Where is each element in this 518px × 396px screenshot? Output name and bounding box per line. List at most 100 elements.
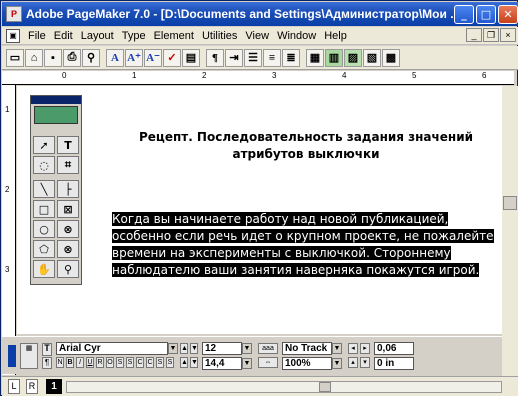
kern-left-icon[interactable]: ◂: [348, 343, 358, 354]
constrained-line-tool-icon[interactable]: ├: [57, 180, 79, 198]
size-down-icon[interactable]: ▼: [190, 343, 198, 354]
menu-file[interactable]: File: [24, 30, 50, 42]
size-up-icon[interactable]: ▲: [180, 343, 188, 354]
ellipse-tool-icon[interactable]: ○: [33, 220, 55, 238]
font-icon[interactable]: A: [106, 48, 124, 67]
style-underline[interactable]: U: [86, 357, 94, 368]
font-field[interactable]: Arial Cyr: [56, 342, 168, 355]
text-tool-icon[interactable]: T: [57, 136, 79, 154]
layers-icon[interactable]: ▨: [344, 48, 362, 67]
menu-type[interactable]: Type: [118, 30, 150, 42]
style-strikethrough[interactable]: S: [126, 357, 134, 368]
menu-window[interactable]: Window: [273, 30, 320, 42]
font-dropdown-icon[interactable]: ▼: [168, 343, 178, 354]
line-tool-icon[interactable]: ╲: [33, 180, 55, 198]
style-normal[interactable]: N: [56, 357, 64, 368]
paragraph-icon[interactable]: ¶: [206, 48, 224, 67]
pointer-tool-icon[interactable]: ➚: [33, 136, 55, 154]
polygon-tool-icon[interactable]: ⬠: [33, 240, 55, 258]
ellipse-frame-tool-icon[interactable]: ⊗: [57, 220, 79, 238]
polygon-frame-tool-icon[interactable]: ⊗: [57, 240, 79, 258]
document-menu-icon[interactable]: ▣: [6, 28, 20, 43]
baseline-down-icon[interactable]: ▾: [360, 357, 370, 368]
new-icon[interactable]: ▭: [6, 48, 24, 67]
style-italic[interactable]: I: [76, 357, 84, 368]
kerning-field[interactable]: 0,06: [374, 342, 414, 355]
rectangle-frame-tool-icon[interactable]: ⊠: [57, 200, 79, 218]
find-icon[interactable]: ⚲: [82, 48, 100, 67]
doc-close-button[interactable]: ×: [500, 28, 516, 42]
control-palette-handle[interactable]: [8, 345, 16, 367]
kern-right-icon[interactable]: ▸: [360, 343, 370, 354]
font-smaller-icon[interactable]: A⁻: [144, 48, 162, 67]
close-button[interactable]: ✕: [498, 5, 518, 24]
view-icon[interactable]: ▧: [363, 48, 381, 67]
left-master-page[interactable]: L: [8, 379, 20, 394]
leading-up-icon[interactable]: ▲: [180, 357, 188, 368]
style-caps[interactable]: C: [136, 357, 144, 368]
width-field[interactable]: 100%: [282, 357, 332, 370]
horizontal-ruler[interactable]: 0 1 2 3 4 5 6: [2, 71, 514, 85]
save-icon[interactable]: ▪: [44, 48, 62, 67]
doc-restore-button[interactable]: ❐: [483, 28, 499, 42]
zoom-tool-icon[interactable]: ⚲: [57, 260, 79, 278]
rectangle-tool-icon[interactable]: □: [33, 200, 55, 218]
toolbox-title[interactable]: [31, 96, 81, 104]
print-preview-icon[interactable]: ▩: [382, 48, 400, 67]
style-reverse[interactable]: R: [96, 357, 104, 368]
leading-down-icon[interactable]: ▼: [190, 357, 198, 368]
numbered-list-icon[interactable]: ≡: [263, 48, 281, 67]
doc-minimize-button[interactable]: _: [466, 28, 482, 42]
font-size-field[interactable]: 12: [202, 342, 242, 355]
apply-button[interactable]: ▦: [20, 343, 38, 369]
style-shadow[interactable]: S: [116, 357, 124, 368]
vertical-ruler[interactable]: 1 2 3 4: [2, 85, 16, 375]
style-outline[interactable]: O: [106, 357, 114, 368]
menu-view[interactable]: View: [241, 30, 273, 42]
menu-edit[interactable]: Edit: [50, 30, 77, 42]
style-bold[interactable]: B: [66, 357, 74, 368]
page-1-icon[interactable]: 1: [46, 379, 62, 394]
width-dropdown-icon[interactable]: ▼: [332, 358, 342, 369]
title-bar[interactable]: P Adobe PageMaker 7.0 - [D:\Documents an…: [2, 2, 518, 26]
hand-tool-icon[interactable]: ✋: [33, 260, 55, 278]
menu-element[interactable]: Element: [150, 30, 198, 42]
style-superscript[interactable]: S: [156, 357, 164, 368]
color-icon[interactable]: ▥: [325, 48, 343, 67]
book-icon[interactable]: ▤: [182, 48, 200, 67]
document-heading[interactable]: Рецепт. Последовательность задания значе…: [134, 129, 478, 163]
menu-layout[interactable]: Layout: [77, 30, 118, 42]
align-icon[interactable]: ≣: [282, 48, 300, 67]
baseline-up-icon[interactable]: ▴: [348, 357, 358, 368]
style-small-caps[interactable]: C: [146, 357, 154, 368]
open-icon[interactable]: ⌂: [25, 48, 43, 67]
indent-icon[interactable]: ⇥: [225, 48, 243, 67]
vertical-scrollbar[interactable]: [502, 86, 518, 376]
horizontal-scroll-thumb[interactable]: [319, 382, 331, 392]
leading-dropdown-icon[interactable]: ▼: [242, 358, 252, 369]
menu-help[interactable]: Help: [320, 30, 351, 42]
document-canvas[interactable]: [17, 86, 511, 334]
right-master-page[interactable]: R: [26, 379, 38, 394]
tracking-field[interactable]: No Track: [282, 342, 332, 355]
menu-utilities[interactable]: Utilities: [198, 30, 241, 42]
baseline-shift-field[interactable]: 0 in: [374, 357, 414, 370]
print-icon[interactable]: ⎙: [63, 48, 81, 67]
tracking-dropdown-icon[interactable]: ▼: [332, 343, 342, 354]
font-larger-icon[interactable]: A⁺: [125, 48, 143, 67]
rotate-tool-icon[interactable]: ◌: [33, 156, 55, 174]
vertical-scroll-thumb[interactable]: [503, 196, 517, 210]
bullets-icon[interactable]: ☰: [244, 48, 262, 67]
minimize-button[interactable]: _: [454, 5, 474, 24]
crop-tool-icon[interactable]: ⌗: [57, 156, 79, 174]
paragraph-view-button[interactable]: ¶: [42, 357, 52, 369]
selected-text-block[interactable]: Когда вы начинаете работу над новой публ…: [112, 211, 495, 279]
character-view-button[interactable]: T: [42, 343, 52, 356]
spell-check-icon[interactable]: ✓: [163, 48, 181, 67]
maximize-button[interactable]: □: [476, 5, 496, 24]
horizontal-scrollbar[interactable]: [66, 381, 502, 393]
frame-icon[interactable]: ▦: [306, 48, 324, 67]
style-subscript[interactable]: S: [166, 357, 174, 368]
leading-field[interactable]: 14,4: [202, 357, 242, 370]
size-dropdown-icon[interactable]: ▼: [242, 343, 252, 354]
